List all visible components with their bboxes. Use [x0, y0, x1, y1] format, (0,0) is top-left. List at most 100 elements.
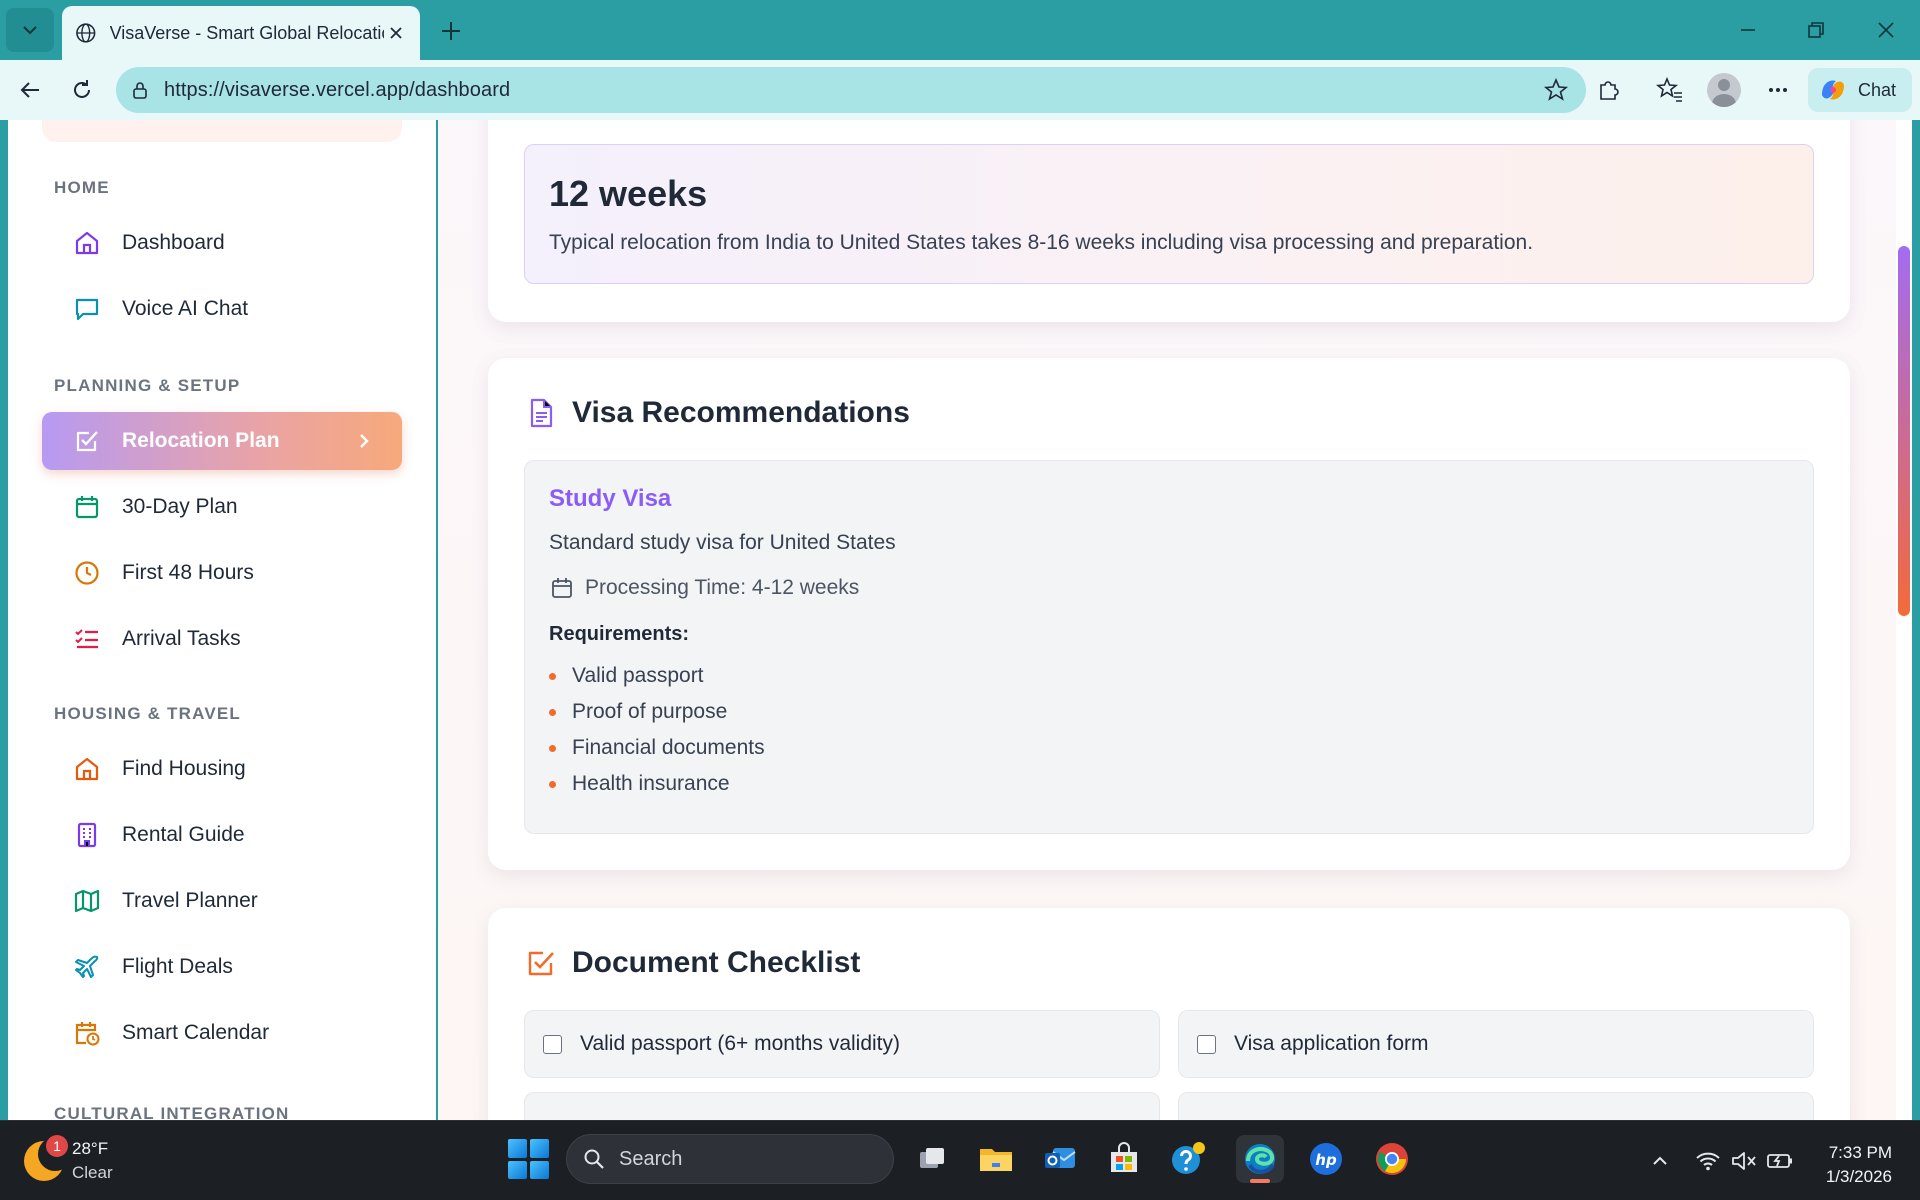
sidebar-item-label: Voice AI Chat: [122, 297, 249, 320]
wifi-icon: [1696, 1152, 1720, 1171]
sidebar-item-relocation-plan[interactable]: Relocation Plan: [42, 412, 402, 470]
new-tab-button[interactable]: [432, 12, 470, 50]
system-clock[interactable]: 7:33 PM 1/3/2026: [1800, 1141, 1892, 1189]
back-button[interactable]: [10, 70, 50, 110]
microsoft-store-button[interactable]: [1100, 1135, 1148, 1183]
scrollbar-thumb[interactable]: [1898, 246, 1910, 616]
help-icon: [1172, 1142, 1205, 1174]
tab-close-button[interactable]: [384, 21, 408, 45]
globe-icon: [76, 23, 96, 43]
hp-logo-icon: hp: [1310, 1143, 1342, 1175]
checkbox[interactable]: [543, 1034, 562, 1054]
edge-browser-button[interactable]: [1236, 1135, 1284, 1183]
sidebar-item-label: Arrival Tasks: [122, 627, 241, 650]
map-icon: [74, 889, 100, 913]
taskbar-search[interactable]: Search: [566, 1134, 894, 1184]
visa-name: Study Visa: [549, 485, 672, 512]
address-bar[interactable]: https://visaverse.vercel.app/dashboard: [116, 67, 1586, 113]
sidebar-item-smart-calendar[interactable]: Smart Calendar: [42, 1004, 402, 1062]
sidebar-item-30-day-plan[interactable]: 30-Day Plan: [42, 478, 402, 536]
profile-button[interactable]: [1704, 70, 1744, 110]
checklist-item[interactable]: Visa application form: [1178, 1010, 1814, 1078]
list-item: Valid passport: [549, 658, 1789, 694]
sidebar-section-cultural: CULTURAL INTEGRATION: [54, 1104, 290, 1120]
sidebar-item-dashboard[interactable]: Dashboard: [42, 214, 402, 272]
chrome-button[interactable]: [1368, 1135, 1416, 1183]
processing-time-text: Processing Time: 4-12 weeks: [585, 576, 860, 599]
chat-label: Chat: [1858, 79, 1897, 100]
file-explorer-button[interactable]: [972, 1135, 1020, 1183]
sidebar-item-arrival-tasks[interactable]: Arrival Tasks: [42, 610, 402, 668]
wifi-status[interactable]: [1694, 1147, 1722, 1175]
arrow-left-icon: [20, 82, 39, 98]
windows-taskbar: 1 28°F Clear Search hp 7:33 PM 1/3/2026: [0, 1120, 1920, 1200]
extensions-button[interactable]: [1588, 70, 1628, 110]
sidebar-item-flight-deals[interactable]: Flight Deals: [42, 938, 402, 996]
sidebar-item-travel-planner[interactable]: Travel Planner: [42, 872, 402, 930]
card-header: Document Checklist: [524, 946, 860, 980]
sidebar-item-label: First 48 Hours: [122, 561, 254, 584]
volume-status[interactable]: [1730, 1147, 1758, 1175]
outlook-button[interactable]: [1036, 1135, 1084, 1183]
weather-text: 28°F Clear: [72, 1137, 113, 1185]
minimize-icon: [1741, 29, 1755, 31]
lock-icon: [133, 82, 147, 99]
sidebar-item-find-housing[interactable]: Find Housing: [42, 740, 402, 798]
sidebar-item-voice-ai-chat[interactable]: Voice AI Chat: [42, 280, 402, 338]
chevron-down-icon: [23, 26, 37, 35]
task-view-button[interactable]: [908, 1135, 956, 1183]
close-icon: [1878, 22, 1894, 38]
processing-time: Processing Time: 4-12 weeks: [549, 575, 1789, 601]
show-hidden-icons-button[interactable]: [1646, 1147, 1674, 1175]
sidebar-item-first-48-hours[interactable]: First 48 Hours: [42, 544, 402, 602]
sidebar-item-label: Relocation Plan: [122, 429, 280, 452]
notification-badge: 1: [46, 1135, 68, 1157]
copilot-chat-button[interactable]: Chat: [1808, 68, 1912, 112]
help-app-button[interactable]: [1164, 1135, 1212, 1183]
visa-description: Standard study visa for United States: [549, 531, 896, 554]
search-icon: [584, 1149, 604, 1169]
checklist-item[interactable]: Valid passport (6+ months validity): [524, 1010, 1160, 1078]
puzzle-icon: [1600, 81, 1619, 100]
clock-time: 7:33 PM: [1828, 1143, 1892, 1162]
start-button[interactable]: [506, 1137, 550, 1181]
more-menu-button[interactable]: [1758, 70, 1798, 110]
page-viewport: HOME Dashboard Voice AI Chat PLANNING & …: [0, 120, 1920, 1120]
refresh-button[interactable]: [62, 70, 102, 110]
requirement-text: Health insurance: [572, 772, 730, 795]
checklist-item[interactable]: [1178, 1092, 1814, 1120]
tab-title: VisaVerse - Smart Global Relocation: [109, 22, 385, 43]
weather-condition: Clear: [72, 1163, 113, 1182]
copilot-icon: [1822, 80, 1844, 100]
browser-toolbar: https://visaverse.vercel.app/dashboard C…: [0, 60, 1920, 120]
tab-list-button[interactable]: [6, 8, 54, 52]
browser-tab-active[interactable]: VisaVerse - Smart Global Relocation: [62, 6, 420, 60]
checkbox[interactable]: [1197, 1034, 1216, 1054]
list-item: Financial documents: [549, 730, 1789, 766]
battery-charging-icon: [1767, 1154, 1792, 1168]
sidebar-section-housing: HOUSING & TRAVEL: [54, 704, 242, 723]
favorites-button[interactable]: [1650, 70, 1690, 110]
checklist-item[interactable]: [524, 1092, 1160, 1120]
checkbox-checked-icon: [528, 951, 554, 976]
favorite-button[interactable]: [1540, 74, 1572, 106]
sidebar-item-label: Smart Calendar: [122, 1021, 270, 1044]
bullet-icon: [549, 744, 556, 752]
minimize-button[interactable]: [1720, 8, 1776, 52]
house-icon: [75, 757, 99, 781]
sidebar-item-label: Dashboard: [122, 231, 225, 254]
scrollbar[interactable]: [1896, 120, 1912, 1120]
sidebar-item-label: Rental Guide: [122, 823, 245, 846]
close-window-button[interactable]: [1858, 8, 1914, 52]
document-icon: [530, 398, 553, 428]
card-title: Visa Recommendations: [572, 396, 910, 429]
visa-recommendations-card: Visa Recommendations Study Visa Standard…: [488, 358, 1850, 870]
mail-icon: [1045, 1148, 1076, 1168]
restore-button[interactable]: [1788, 8, 1844, 52]
restore-icon: [1808, 22, 1824, 38]
checklist-item-label: Valid passport (6+ months validity): [580, 1032, 901, 1055]
weather-widget[interactable]: 1 28°F Clear: [24, 1133, 134, 1189]
battery-status[interactable]: [1766, 1147, 1794, 1175]
hp-app-button[interactable]: hp: [1302, 1135, 1350, 1183]
sidebar-item-rental-guide[interactable]: Rental Guide: [42, 806, 402, 864]
